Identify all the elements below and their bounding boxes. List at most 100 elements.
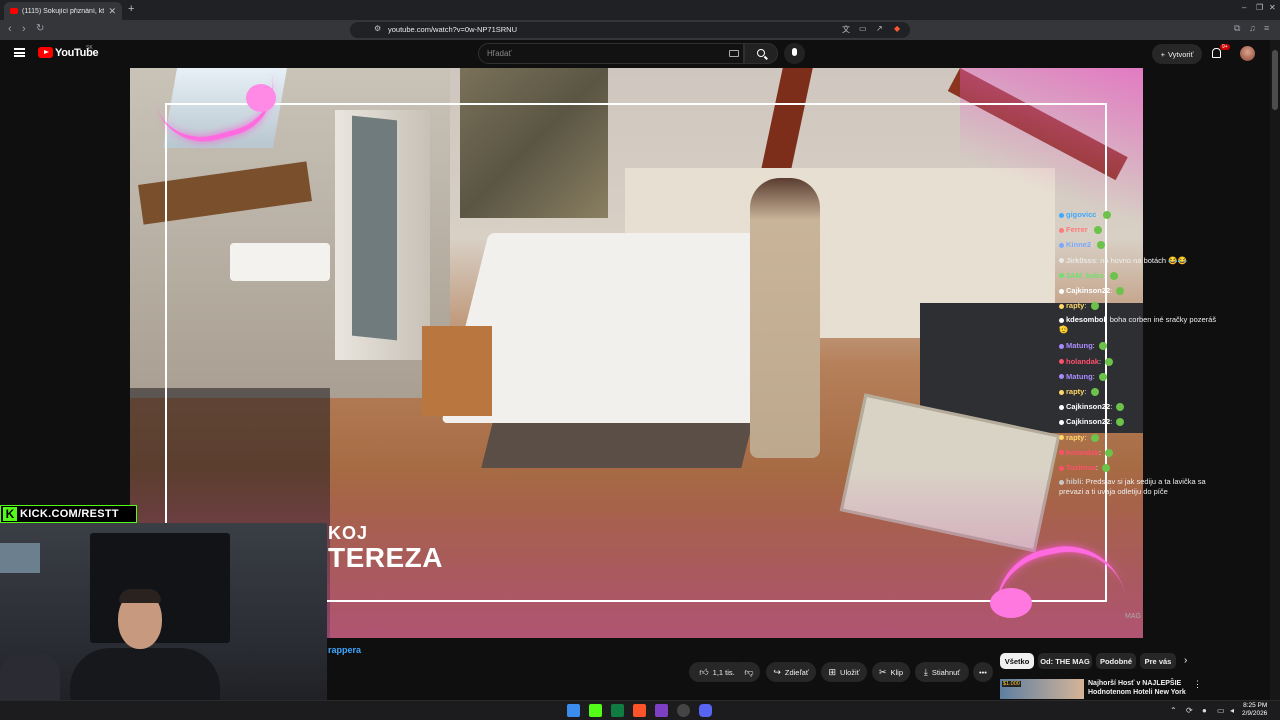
discord-icon[interactable] — [699, 704, 712, 717]
share-button[interactable]: ↪ Zdieľať — [766, 662, 816, 682]
search-button[interactable] — [744, 43, 778, 64]
thumbs-up-icon: 👍︎ — [699, 666, 709, 677]
clip-label: Klip — [890, 667, 904, 677]
address-bar[interactable]: ⚙ youtube.com/watch?v=0w-NP71SRNU 文 ▭ ↗ … — [350, 22, 910, 38]
browser-toolbar: ‹ › ↻ ▯ ⚙ youtube.com/watch?v=0w-NP71SRN… — [0, 20, 1280, 40]
plus-icon: + — [1160, 49, 1165, 59]
chat-separator: : — [1095, 463, 1101, 473]
chat-badge-icon — [1059, 435, 1064, 441]
clip-button[interactable]: ✂ Klip — [872, 662, 910, 682]
maximize-button[interactable]: ❐ — [1256, 3, 1263, 12]
chip-all[interactable]: Všetko — [1000, 653, 1034, 669]
tray-chevron-icon[interactable]: ⌃ — [1170, 706, 1177, 715]
kick-app-icon[interactable] — [589, 704, 602, 717]
chip-for-you[interactable]: Pre vás — [1140, 653, 1176, 669]
chat-separator: : — [1110, 417, 1115, 427]
create-button[interactable]: + Vytvoriť — [1152, 44, 1202, 64]
chat-emote-icon — [1097, 241, 1106, 250]
back-icon[interactable]: ‹ — [8, 23, 12, 35]
chevron-right-icon[interactable]: › — [1184, 655, 1187, 666]
new-tab-button[interactable]: + — [128, 3, 134, 15]
minimize-button[interactable]: – — [1242, 3, 1246, 12]
download-button[interactable]: ⤓ Stiahnuť — [915, 662, 969, 682]
chat-message: Tuzimus: — [1059, 460, 1227, 475]
chat-badge-icon — [1059, 343, 1064, 349]
menu-icon[interactable]: ≡ — [1264, 23, 1269, 33]
chat-badge-icon — [1059, 465, 1064, 471]
chat-separator: : — [1110, 286, 1115, 296]
tray-volume-icon[interactable]: ◂ — [1230, 706, 1234, 715]
chat-separator: : — [1092, 341, 1097, 351]
stream-chat-overlay: gigovicc: Ferrer: Kinne2: Jirk0sss: na h… — [1059, 207, 1227, 500]
like-count: 1,1 tis. — [712, 667, 735, 677]
chat-username: Jirk0sss — [1066, 255, 1097, 265]
cast-icon[interactable]: ▭ — [859, 24, 867, 33]
country-code: SK — [86, 45, 93, 51]
settings-gear-icon[interactable] — [677, 704, 690, 717]
youtube-masthead: YouTube SK Hľadať + Vytvoriť 9+ — [0, 40, 1280, 68]
chat-badge-icon — [1059, 242, 1064, 248]
chat-badge-icon — [1059, 389, 1064, 395]
dislike-button[interactable]: 👎︎ — [738, 662, 760, 682]
forward-icon[interactable]: › — [22, 23, 26, 35]
tray-display-icon[interactable]: ▭ — [1217, 706, 1225, 715]
chat-username: holandak — [1066, 356, 1099, 366]
chat-message: kdesombol: boha corben iné sračky pozerá… — [1059, 315, 1227, 335]
site-info-icon[interactable]: ⚙ — [374, 24, 381, 33]
chat-message: Cajkinson22: — [1059, 283, 1227, 298]
hamburger-menu-icon[interactable] — [14, 48, 25, 57]
recommended-video-thumbnail[interactable]: $1.000 — [1000, 679, 1084, 699]
scrollbar-thumb[interactable] — [1272, 50, 1278, 110]
chat-emote-icon — [1090, 433, 1099, 442]
search-input[interactable]: Hľadať — [478, 43, 744, 64]
video-name-caption-top: KOJ — [328, 523, 369, 543]
chat-message: Ferrer: — [1059, 222, 1227, 237]
chat-username: holandak — [1066, 447, 1099, 457]
chat-username: rapty — [1066, 301, 1085, 311]
more-options-icon[interactable]: ⋮ — [1193, 679, 1202, 690]
share-page-icon[interactable]: ↗ — [876, 24, 883, 33]
media-icon[interactable]: ♫ — [1249, 23, 1256, 33]
thumbnail-badge: $1.000 — [1002, 681, 1021, 687]
close-tab-icon[interactable]: ✕ — [108, 6, 116, 17]
description-link[interactable]: rappera — [328, 645, 361, 655]
keyboard-icon[interactable] — [729, 50, 739, 57]
recommended-video-title[interactable]: Najhorší Hosť v NAJLEPŠIE Hodnotenom Hot… — [1088, 679, 1188, 697]
browser-tab[interactable]: (1115) Šokující přiznání, které ✕ — [4, 2, 122, 20]
save-button[interactable]: ⊞ Uložiť — [821, 662, 867, 682]
chat-separator: : — [1084, 432, 1089, 442]
chat-badge-icon — [1059, 450, 1064, 456]
obs-icon[interactable] — [655, 704, 668, 717]
close-window-button[interactable]: ✕ — [1269, 3, 1276, 12]
chat-username: Cajkinson22 — [1066, 286, 1111, 296]
more-actions-button[interactable]: ••• — [973, 662, 993, 682]
chat-username: Matung — [1066, 371, 1093, 381]
system-clock[interactable]: 8:25 PM 2/9/2026 — [1242, 702, 1267, 718]
reload-icon[interactable]: ↻ — [36, 23, 44, 34]
chat-username: hibli — [1066, 477, 1082, 487]
youtube-logo-icon[interactable] — [38, 47, 53, 58]
chat-badge-icon — [1059, 288, 1064, 294]
excel-icon[interactable] — [611, 704, 624, 717]
tray-mic-icon[interactable]: ● — [1202, 706, 1207, 715]
brave-shield-icon[interactable]: ◆ — [894, 24, 900, 33]
page-scrollbar[interactable] — [1270, 40, 1280, 700]
extensions-icon[interactable]: ⧉ — [1234, 23, 1240, 34]
translate-icon[interactable]: 文 — [842, 24, 850, 35]
chat-message: 2AM_kubs: — [1059, 268, 1227, 283]
voice-search-icon[interactable] — [784, 43, 805, 64]
chat-emote-icon — [1109, 271, 1118, 280]
like-button[interactable]: 👍︎ 1,1 tis. — [689, 662, 745, 682]
brave-browser-icon[interactable] — [633, 704, 646, 717]
account-avatar[interactable] — [1240, 46, 1255, 61]
start-menu-icon[interactable] — [567, 704, 580, 717]
browser-tab-bar: (1115) Šokující přiznání, které ✕ + – ❐ … — [0, 0, 1280, 20]
chat-separator: : — [1084, 301, 1089, 311]
tray-sync-icon[interactable]: ⟳ — [1186, 706, 1193, 715]
notifications-bell-icon[interactable] — [1212, 48, 1221, 58]
chat-emote-icon — [1116, 287, 1125, 296]
video-name-caption: TEREZA — [328, 542, 443, 573]
chip-from-channel[interactable]: Od: THE MAG — [1038, 653, 1092, 669]
neon-heart-icon — [990, 588, 1032, 618]
chip-related[interactable]: Podobné — [1096, 653, 1136, 669]
